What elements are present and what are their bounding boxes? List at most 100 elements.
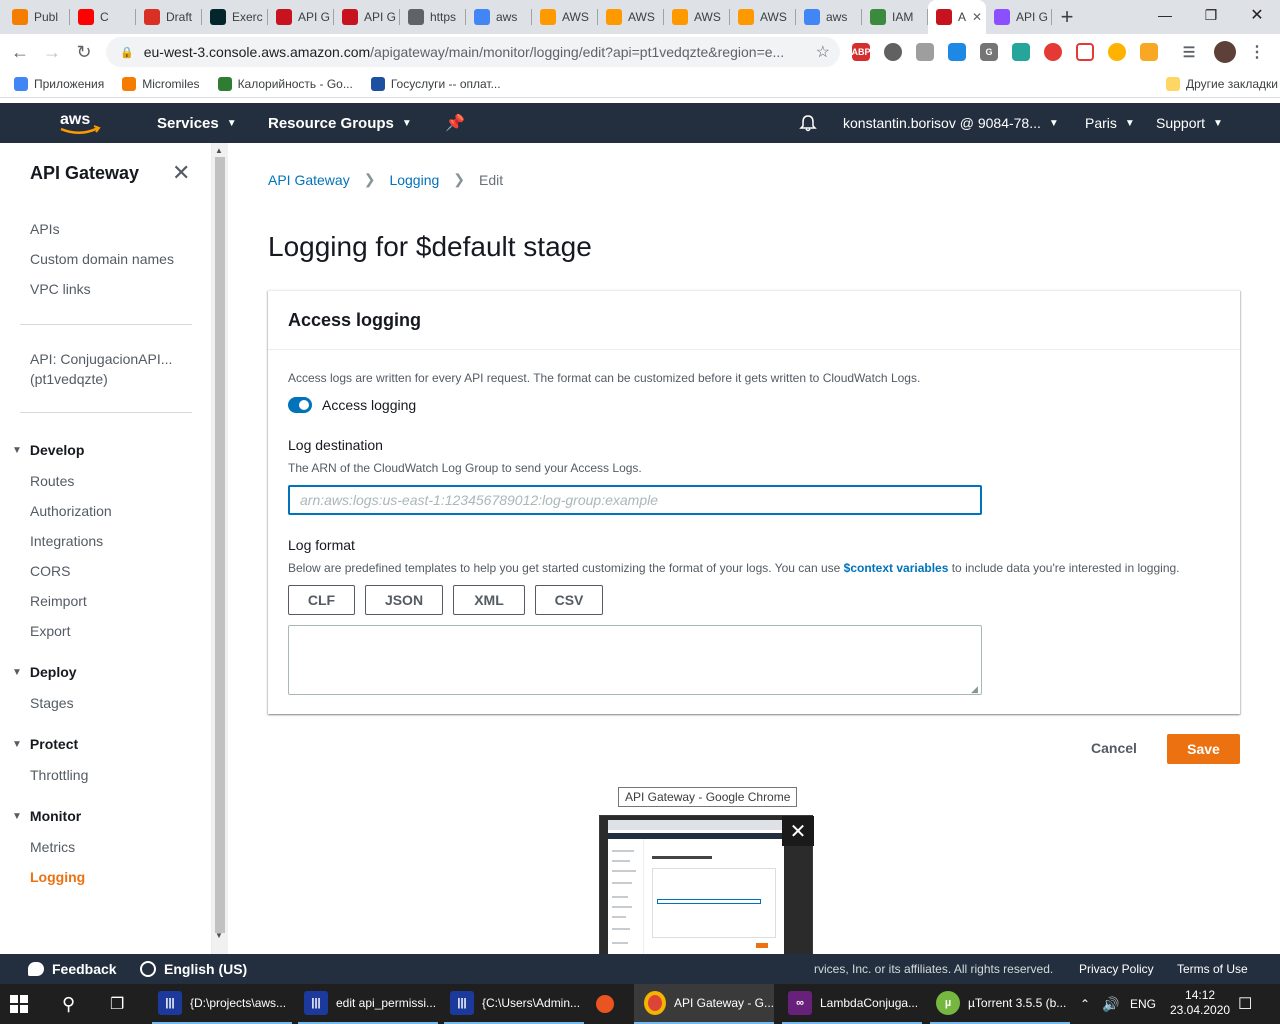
sidebar-item-routes[interactable]: Routes <box>30 473 74 489</box>
cancel-button[interactable]: Cancel <box>1091 740 1137 756</box>
keyboard-language[interactable]: ENG <box>1130 984 1156 1024</box>
section-develop[interactable]: ▼ Develop <box>12 442 84 458</box>
video-extension-icon[interactable] <box>884 43 902 61</box>
sidebar-item-apis[interactable]: APIs <box>30 221 60 237</box>
task-view-icon[interactable]: ❐ <box>110 984 124 1024</box>
notifications-icon[interactable]: ☐ <box>1238 984 1252 1024</box>
browser-tab[interactable]: API G <box>334 0 400 34</box>
breadcrumb-logging[interactable]: Logging <box>389 172 439 188</box>
resource-groups-menu[interactable]: Resource Groups ▼ <box>268 103 412 143</box>
volume-icon[interactable]: 🔊 <box>1102 984 1119 1024</box>
sidebar-item-export[interactable]: Export <box>30 623 70 639</box>
camera-extension-icon[interactable] <box>1012 43 1030 61</box>
minimize-icon[interactable]: — <box>1142 0 1188 30</box>
browser-tab[interactable]: A ✕ <box>928 0 986 34</box>
browser-tab[interactable]: aws <box>796 0 862 34</box>
sidebar-api-name[interactable]: API: ConjugacionAPI... <box>30 351 172 367</box>
scroll-up-icon[interactable]: ▲ <box>215 146 223 155</box>
cloud-extension-icon[interactable] <box>1076 43 1094 61</box>
sidebar-item-stages[interactable]: Stages <box>30 695 74 711</box>
browser-tab[interactable]: AWS <box>532 0 598 34</box>
scrollbar-thumb[interactable] <box>215 157 225 933</box>
log-format-textarea[interactable] <box>288 625 982 695</box>
profile-avatar[interactable] <box>1214 41 1236 63</box>
forward-arrow-icon[interactable]: → <box>36 36 68 68</box>
ubuntu-icon[interactable] <box>596 984 614 1024</box>
close-tab-icon[interactable]: ✕ <box>972 10 982 24</box>
browser-tab[interactable]: IAM <box>862 0 928 34</box>
taskbar-item-far-2[interactable]: ||| edit api_permissi... <box>298 984 438 1024</box>
bluetooth-extension-icon[interactable] <box>948 43 966 61</box>
browser-tab[interactable]: Publ <box>4 0 70 34</box>
section-deploy[interactable]: ▼ Deploy <box>12 664 77 680</box>
services-menu[interactable]: Services ▼ <box>157 103 237 143</box>
taskbar-item-utorrent[interactable]: µ µTorrent 3.5.5 (b... <box>930 984 1070 1024</box>
new-tab-button[interactable]: + <box>1052 0 1082 34</box>
grammar-extension-icon[interactable]: G <box>980 43 998 61</box>
browser-tab[interactable]: AWS <box>598 0 664 34</box>
bookmark-star-icon[interactable]: ☆ <box>816 42 830 62</box>
language-selector[interactable]: English (US) <box>140 961 247 977</box>
sidebar-item-reimport[interactable]: Reimport <box>30 593 87 609</box>
section-protect[interactable]: ▼ Protect <box>12 736 78 752</box>
bookmark-item[interactable]: Micromiles <box>122 76 200 91</box>
sidebar-item-metrics[interactable]: Metrics <box>30 839 75 855</box>
close-icon[interactable]: ✕ <box>172 160 190 186</box>
bookmark-item[interactable]: Калорийность - Go... <box>217 76 353 91</box>
scroll-down-icon[interactable]: ▼ <box>215 931 223 940</box>
json-template-button[interactable]: JSON <box>365 585 443 615</box>
browser-tab[interactable]: API G <box>986 0 1052 34</box>
section-monitor[interactable]: ▼ Monitor <box>12 808 81 824</box>
terms-of-use-link[interactable]: Terms of Use <box>1177 962 1248 976</box>
save-button[interactable]: Save <box>1167 734 1240 764</box>
account-menu[interactable]: konstantin.borisov @ 9084-78... ▼ <box>843 103 1059 143</box>
browser-tab[interactable]: Exerc <box>202 0 268 34</box>
sidebar-item-cors[interactable]: CORS <box>30 563 70 579</box>
reload-icon[interactable]: ↻ <box>68 36 100 68</box>
browser-tab[interactable]: C <box>70 0 136 34</box>
context-variables-link[interactable]: $context variables <box>844 561 949 575</box>
breadcrumb-api-gateway[interactable]: API Gateway <box>268 172 350 188</box>
sidebar-item-vpc-links[interactable]: VPC links <box>30 281 91 297</box>
back-arrow-icon[interactable]: ← <box>4 36 36 68</box>
browser-tab[interactable]: Draft <box>136 0 202 34</box>
adblock-plus-icon[interactable]: ABP <box>852 43 871 61</box>
windows-start-icon[interactable] <box>10 984 28 1024</box>
search-icon[interactable]: ⚲ <box>62 984 75 1024</box>
sidebar-item-integrations[interactable]: Integrations <box>30 533 103 549</box>
cookie-extension-icon[interactable] <box>1108 43 1126 61</box>
csv-template-button[interactable]: CSV <box>535 585 603 615</box>
taskbar-item-visual-studio[interactable]: ∞ LambdaConjuga... <box>782 984 922 1024</box>
address-bar[interactable]: 🔒 eu-west-3.console.aws.amazon.com/apiga… <box>106 37 840 67</box>
sidebar-item-logging[interactable]: Logging <box>30 869 85 885</box>
browser-tab[interactable]: AWS <box>664 0 730 34</box>
browser-tab[interactable]: aws <box>466 0 532 34</box>
taskbar-item-far-1[interactable]: ||| {D:\projects\aws... <box>152 984 292 1024</box>
aws-logo[interactable]: aws <box>58 103 102 143</box>
feedback-link[interactable]: Feedback <box>28 961 117 977</box>
resize-handle-icon[interactable]: ◢ <box>971 684 978 695</box>
other-bookmarks[interactable]: Другие закладки <box>1166 76 1278 91</box>
sidebar-item-throttling[interactable]: Throttling <box>30 767 88 783</box>
region-menu[interactable]: Paris ▼ <box>1085 103 1135 143</box>
access-logging-toggle[interactable] <box>288 397 312 413</box>
search-extension-icon[interactable] <box>1140 43 1158 61</box>
browser-tab[interactable]: AWS <box>730 0 796 34</box>
close-preview-icon[interactable]: ✕ <box>782 816 814 846</box>
bookmark-item[interactable]: Госуслуги -- оплат... <box>370 76 501 91</box>
bell-icon[interactable] <box>799 103 817 143</box>
close-window-icon[interactable]: ✕ <box>1234 0 1280 30</box>
bookmark-item[interactable]: Приложения <box>14 76 104 91</box>
xml-template-button[interactable]: XML <box>453 585 525 615</box>
taskbar-item-chrome[interactable]: API Gateway - G... <box>634 984 774 1024</box>
browser-tab[interactable]: API G <box>268 0 334 34</box>
chrome-menu-icon[interactable]: ⋮ <box>1248 43 1266 61</box>
privacy-policy-link[interactable]: Privacy Policy <box>1079 962 1154 976</box>
clf-template-button[interactable]: CLF <box>288 585 355 615</box>
sidebar-scrollbar[interactable]: ▲ ▼ <box>212 143 228 954</box>
maximize-icon[interactable]: ❐ <box>1188 0 1234 30</box>
sidebar-item-authorization[interactable]: Authorization <box>30 503 112 519</box>
taskbar-item-far-3[interactable]: ||| {C:\Users\Admin... <box>444 984 584 1024</box>
media-control-icon[interactable]: ☰ <box>1180 43 1198 61</box>
browser-tab[interactable]: https <box>400 0 466 34</box>
